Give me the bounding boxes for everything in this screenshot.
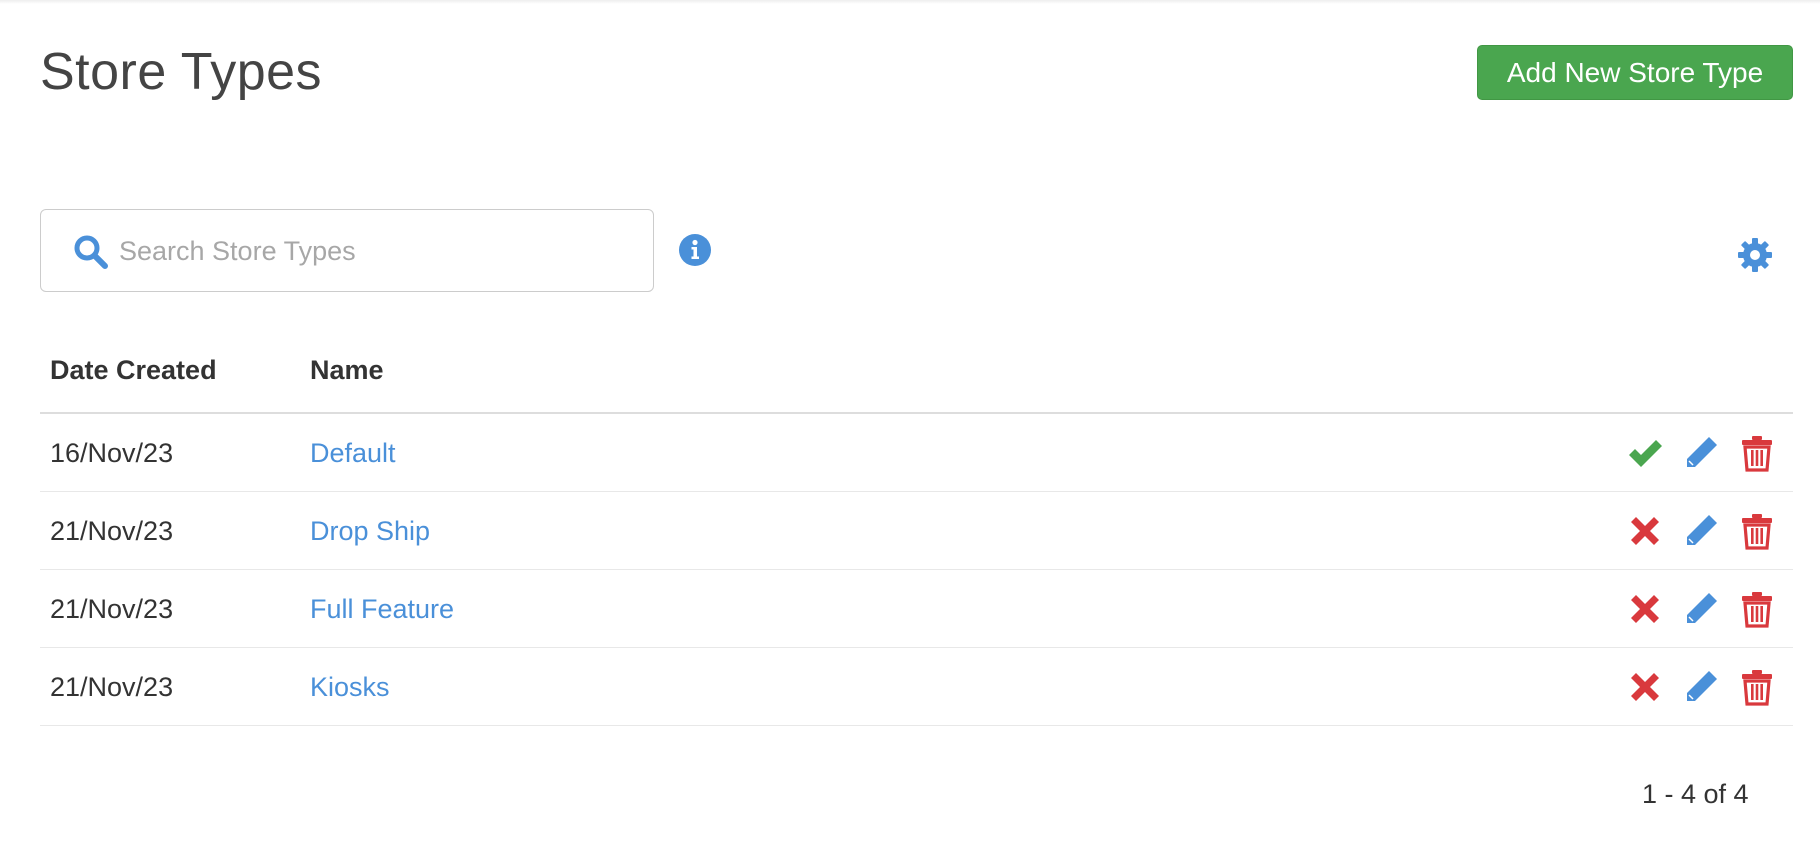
x-icon[interactable] <box>1626 668 1664 706</box>
add-new-store-type-button[interactable]: Add New Store Type <box>1477 45 1793 100</box>
pencil-icon[interactable] <box>1682 512 1720 550</box>
store-type-name-link[interactable]: Default <box>310 438 396 469</box>
info-icon[interactable] <box>678 233 712 267</box>
pencil-icon[interactable] <box>1682 668 1720 706</box>
date-created-cell: 21/Nov/23 <box>50 672 174 702</box>
store-types-page: Store Types Add New Store Type Date Crea… <box>0 0 1820 850</box>
date-created-cell: 21/Nov/23 <box>50 594 174 624</box>
trash-icon[interactable] <box>1738 512 1776 550</box>
trash-icon[interactable] <box>1738 590 1776 628</box>
search-box <box>40 209 654 292</box>
column-header-date-created[interactable]: Date Created <box>50 355 217 386</box>
table-row: 21/Nov/23 Drop Ship <box>40 492 1793 570</box>
date-created-cell: 21/Nov/23 <box>50 516 174 546</box>
check-icon[interactable] <box>1626 434 1664 472</box>
pagination-summary: 1 - 4 of 4 <box>1642 779 1749 809</box>
store-type-name-link[interactable]: Kiosks <box>310 672 390 703</box>
gear-icon[interactable] <box>1737 237 1773 273</box>
date-created-cell: 16/Nov/23 <box>50 438 174 468</box>
page-title: Store Types <box>40 43 323 101</box>
x-icon[interactable] <box>1626 512 1664 550</box>
table-row: 16/Nov/23 Default <box>40 414 1793 492</box>
store-type-name-link[interactable]: Drop Ship <box>310 516 430 547</box>
x-icon[interactable] <box>1626 590 1664 628</box>
table-row: 21/Nov/23 Kiosks <box>40 648 1793 726</box>
trash-icon[interactable] <box>1738 668 1776 706</box>
store-type-name-link[interactable]: Full Feature <box>310 594 454 625</box>
column-header-name[interactable]: Name <box>310 355 384 386</box>
pencil-icon[interactable] <box>1682 434 1720 472</box>
search-icon <box>74 235 108 269</box>
table-row: 21/Nov/23 Full Feature <box>40 570 1793 648</box>
trash-icon[interactable] <box>1738 434 1776 472</box>
pencil-icon[interactable] <box>1682 590 1720 628</box>
search-input[interactable] <box>119 226 639 276</box>
